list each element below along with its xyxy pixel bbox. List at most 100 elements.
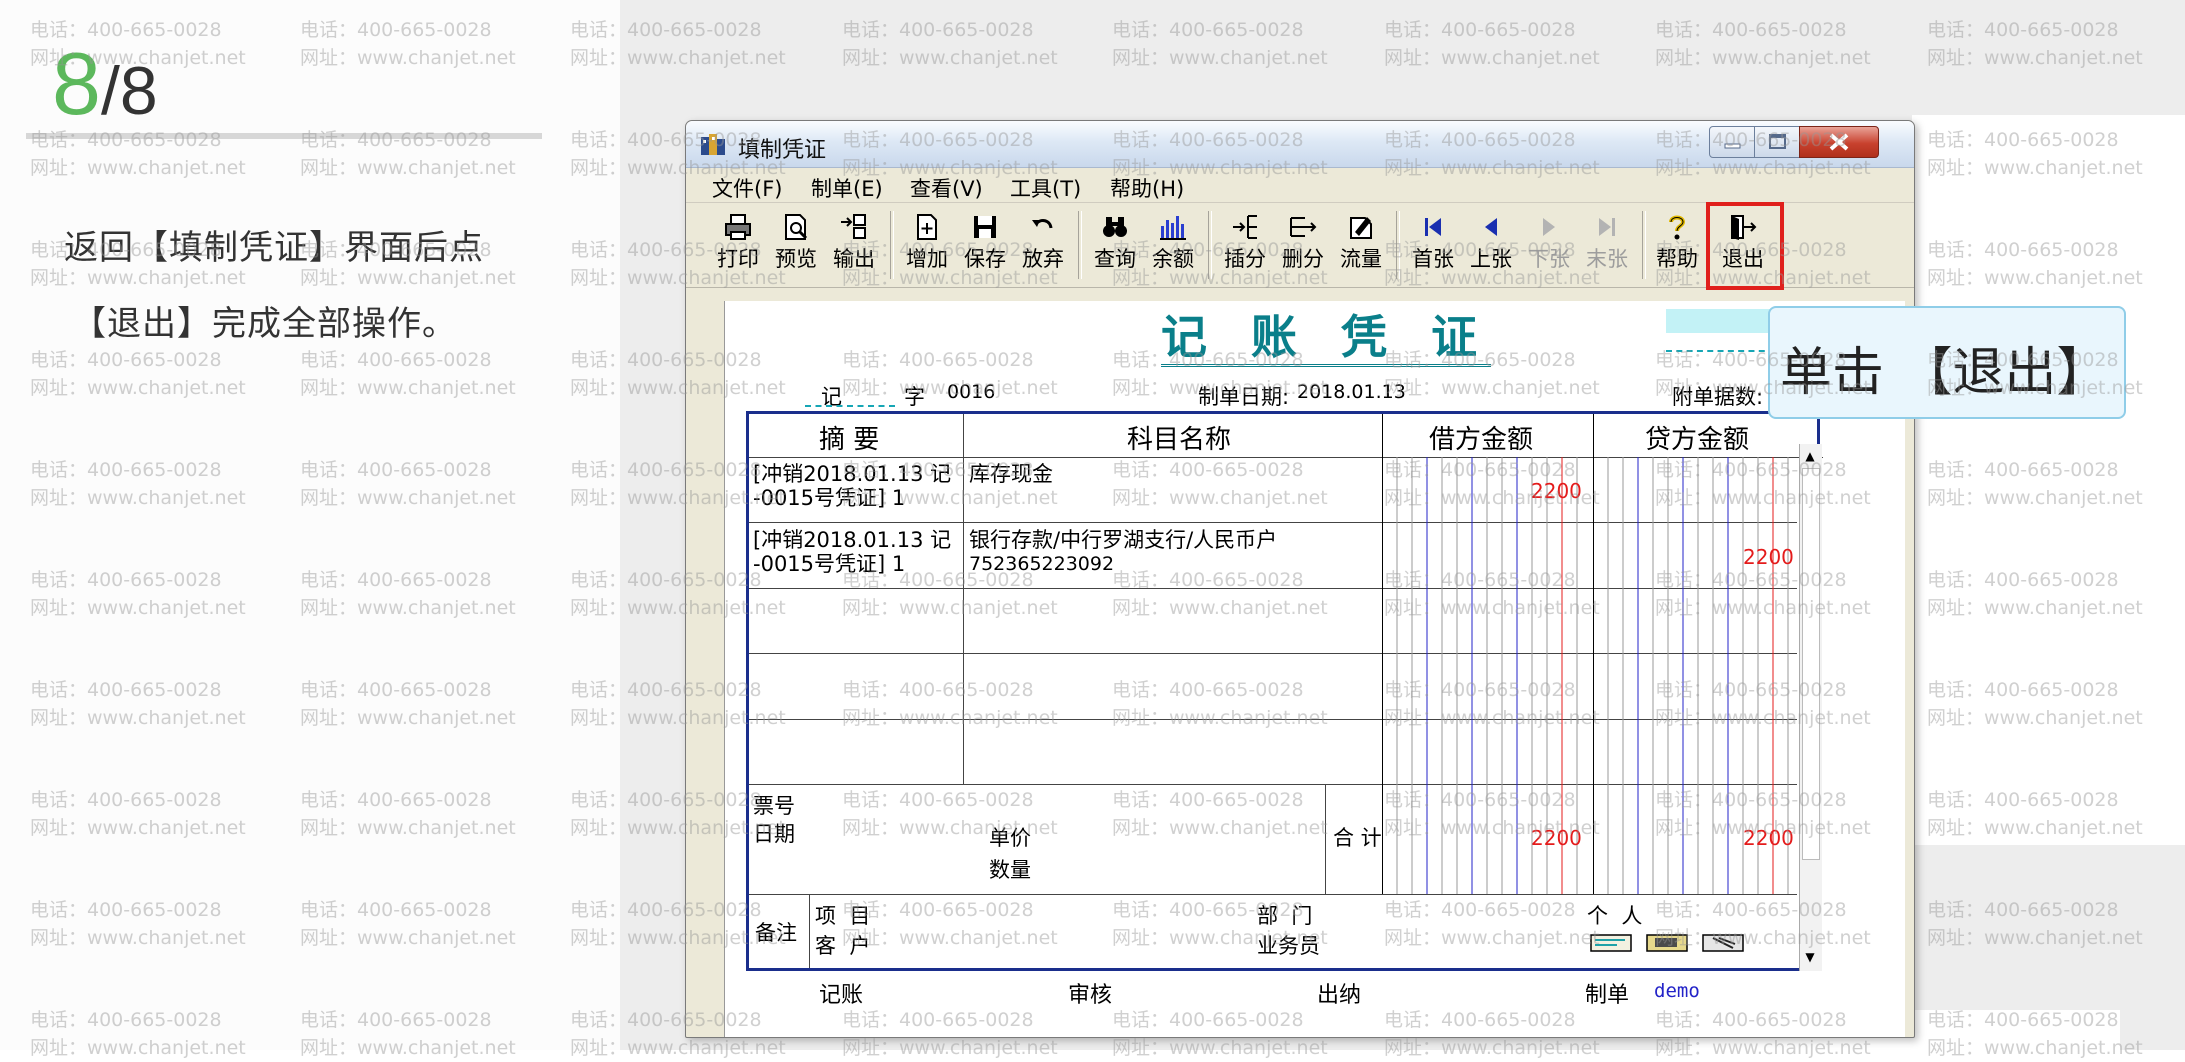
maximize-button[interactable] [1754,126,1801,158]
menu-bar: 文件(F) 制单(E) 查看(V) 工具(T) 帮助(H) [686,168,1914,203]
print-button[interactable]: 打印 [710,209,766,281]
balance-button[interactable]: 余额 [1145,209,1201,281]
insert-entry-button[interactable]: 插分 [1217,209,1273,281]
review-label: 审核 [1068,983,1113,1008]
aux-clear-icon[interactable] [1701,932,1745,954]
department-label: 部 门 [1257,904,1313,928]
undo-icon [1032,219,1053,229]
first-icon [1425,218,1441,236]
cashier-label: 出纳 [1317,983,1362,1008]
cashflow-button[interactable]: 流量 [1333,209,1389,281]
menu-view[interactable]: 查看(V) [910,173,983,203]
next-icon [1543,218,1555,236]
total-debit: 2200 [1531,826,1582,850]
row2-credit[interactable]: 2200 [1743,545,1794,569]
step-current: 8 [52,34,101,133]
toolbar-separator [1078,211,1082,279]
total-credit: 2200 [1743,826,1794,850]
window-title: 填制凭证 [738,138,827,163]
prev-voucher-label: 上张 [1470,247,1512,271]
last-voucher-label: 末张 [1586,247,1628,271]
preview-icon [785,214,808,240]
voucher-date[interactable]: 2018.01.13 [1297,381,1406,403]
step-divider [26,133,542,139]
next-voucher-button[interactable]: 下张 [1521,209,1577,281]
last-voucher-button[interactable]: 末张 [1579,209,1635,281]
instruction-text: 返回【填制凭证】界面后点 【退出】完成全部操作。 [64,210,554,362]
first-voucher-button[interactable]: 首张 [1405,209,1461,281]
delete-entry-button[interactable]: 删分 [1275,209,1331,281]
instruction-line-1: 返回【填制凭证】界面后点 [64,228,484,268]
row2-account-line2[interactable]: 752365223092 [969,552,1114,576]
voucher-document: 记 账 凭 证 记 字 0016 制单日期: 2018.01.13 附单据数: … [724,301,1905,1037]
title-bar[interactable]: 填制凭证 [686,121,1914,168]
voucher-number[interactable]: 0016 [947,381,995,403]
menu-voucher[interactable]: 制单(E) [811,173,883,203]
help-button[interactable]: 帮助 [1649,209,1705,281]
bookkeeping-label: 记账 [819,983,864,1008]
scroll-thumb[interactable] [1802,468,1820,860]
menu-help[interactable]: 帮助(H) [1110,173,1184,203]
minimize-button[interactable] [1709,126,1756,158]
voucher-title: 记 账 凭 证 [1161,310,1492,367]
export-label: 输出 [833,247,875,271]
scroll-up-icon[interactable]: ▲ [1802,448,1818,464]
close-button[interactable] [1799,126,1879,158]
attachment-count-label: 附单据数: [1672,385,1764,409]
row1-account-line1[interactable]: 库存现金 [969,462,1053,486]
background-panel [1912,115,2185,845]
discard-button[interactable]: 放弃 [1015,209,1071,281]
maker-name: demo [1654,980,1700,1002]
toolbar-separator [1208,211,1212,279]
exit-callout: 单击 【退出】 [1768,306,2126,419]
fill-voucher-window: 填制凭证 文件(F) 制单(E) 查看(V) 工具(T) 帮助(H) 打印 预览… [685,120,1915,1038]
save-button[interactable]: 保存 [957,209,1013,281]
row2-account-line1[interactable]: 银行存款/中行罗湖支行/人民币户 [969,528,1277,552]
row2-summary-line1[interactable]: [冲销2018.01.13 记 [753,528,951,552]
salesman-label: 业务员 [1257,934,1320,958]
exit-highlight-box [1706,202,1784,290]
row2-summary-line2[interactable]: -0015号凭证] 1 [753,552,905,576]
export-icon [841,214,866,239]
voucher-zi: 字 [904,385,925,409]
summary-header: 摘 要 [819,425,880,455]
print-label: 打印 [717,247,759,271]
prev-voucher-button[interactable]: 上张 [1463,209,1519,281]
voucher-scrollbar[interactable]: ▲ ▼ [1799,444,1822,971]
toolbar: 打印 预览 输出 增加 保存 放弃 查询 余额 插分 删分 流量 首张 上张 下… [686,202,1914,290]
balance-chart-icon [1160,216,1186,240]
debit-header: 借方金额 [1429,425,1534,455]
query-button[interactable]: 查询 [1087,209,1143,281]
close-icon [1829,133,1849,151]
query-label: 查询 [1094,247,1136,271]
save-icon [974,216,996,238]
maximize-icon [1769,134,1786,149]
ticket-number-label: 票号 [753,794,795,818]
maker-label: 制单 [1585,983,1630,1008]
row1-debit[interactable]: 2200 [1531,479,1582,503]
total-label: 合 计 [1333,826,1382,850]
insert-entry-label: 插分 [1224,247,1266,271]
preview-label: 预览 [775,247,817,271]
aux-card-icon[interactable] [1589,932,1633,954]
voucher-table: 摘 要 科目名称 借方金额 贷方金额 [冲销2018.01.13 记 -0015… [746,411,1823,971]
quantity-label: 数量 [989,858,1031,882]
ticket-date-label: 日期 [753,822,795,846]
export-button[interactable]: 输出 [826,209,882,281]
scroll-down-icon[interactable]: ▼ [1802,949,1818,965]
row1-summary-line1[interactable]: [冲销2018.01.13 记 [753,462,951,486]
row-line [749,894,1797,895]
add-button[interactable]: 增加 [899,209,955,281]
aux-detail-icon[interactable] [1645,932,1689,954]
preview-button[interactable]: 预览 [768,209,824,281]
row1-summary-line2[interactable]: -0015号凭证] 1 [753,486,905,510]
last-icon [1599,218,1615,236]
next-voucher-label: 下张 [1528,247,1570,271]
menu-file[interactable]: 文件(F) [712,173,782,203]
instruction-panel: 8/8 返回【填制凭证】界面后点 【退出】完成全部操作。 [0,0,620,1050]
menu-tools[interactable]: 工具(T) [1010,173,1081,203]
insert-row-icon [1233,215,1257,239]
cashflow-label: 流量 [1340,247,1382,271]
discard-label: 放弃 [1022,247,1064,271]
add-label: 增加 [906,247,948,271]
